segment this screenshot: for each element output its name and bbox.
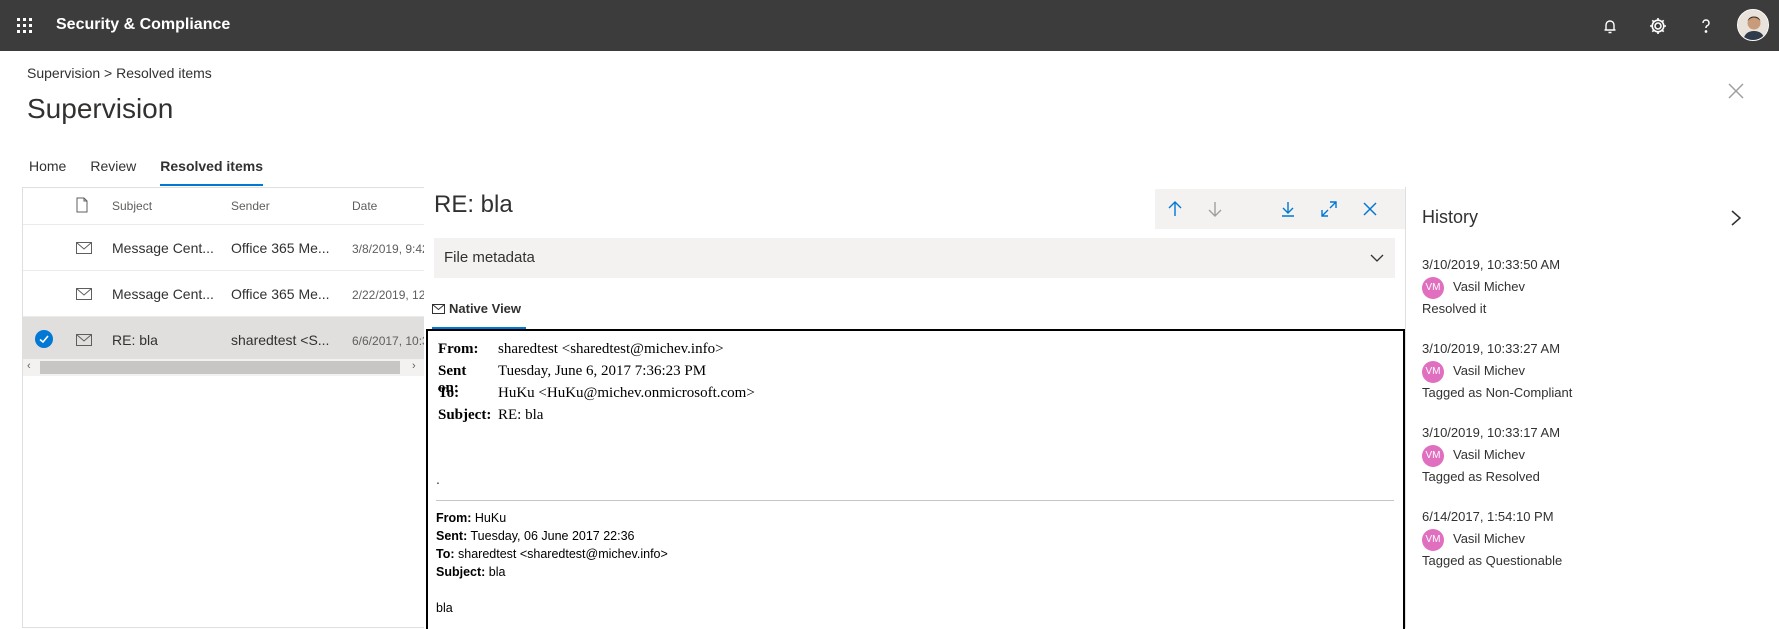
from-key: From: [438, 341, 479, 357]
to-value: HuKu <HuKu@michev.onmicrosoft.com> [498, 385, 755, 401]
orig-to-key: To: [436, 547, 455, 561]
bell-icon[interactable] [1598, 14, 1622, 38]
scroll-left-icon[interactable]: ‹ [27, 360, 31, 372]
mail-icon [76, 242, 92, 254]
history-user: Vasil Michev [1453, 363, 1526, 378]
subject-value: RE: bla [498, 407, 544, 423]
items-list: Subject Sender Date Message Cent... Offi… [22, 187, 424, 628]
close-panel-icon[interactable] [1725, 80, 1747, 102]
history-timestamp: 6/14/2017, 1:54:10 PM [1422, 509, 1554, 524]
row-date: 3/8/2019, 9:42 [352, 242, 424, 256]
scroll-right-icon[interactable]: › [412, 360, 416, 372]
next-item-icon[interactable] [1205, 199, 1225, 219]
table-row[interactable]: Message Cent... Office 365 Me... 3/8/201… [23, 224, 424, 270]
history-user: Vasil Michev [1453, 279, 1526, 294]
row-date: 2/22/2019, 12 [352, 288, 424, 302]
column-header-date[interactable]: Date [352, 199, 377, 213]
mail-icon [76, 288, 92, 300]
row-sender: Office 365 Me... [231, 240, 330, 256]
history-action: Tagged as Questionable [1422, 553, 1563, 568]
breadcrumb[interactable]: Supervision > Resolved items [27, 65, 212, 81]
orig-body: bla [436, 601, 453, 615]
user-initials-avatar: VM [1422, 277, 1444, 299]
history-title: History [1422, 207, 1479, 227]
chevron-right-icon[interactable] [1728, 209, 1744, 227]
history-timestamp: 3/10/2019, 10:33:17 AM [1422, 425, 1561, 440]
tab-bar: Home Review Resolved items [29, 158, 287, 186]
row-subject: RE: bla [112, 332, 158, 348]
history-user: Vasil Michev [1453, 447, 1526, 462]
table-row[interactable]: Message Cent... Office 365 Me... 2/22/20… [23, 270, 424, 316]
app-title[interactable]: Security & Compliance [56, 16, 230, 34]
orig-sent-value: Tuesday, 06 June 2017 22:36 [470, 529, 635, 543]
history-timestamp: 3/10/2019, 10:33:27 AM [1422, 341, 1561, 356]
message-title: RE: bla [434, 191, 513, 218]
app-launcher-icon[interactable] [17, 18, 33, 34]
orig-to-value: sharedtest <sharedtest@michev.info> [458, 547, 668, 561]
body-text: . [436, 471, 440, 487]
help-icon[interactable] [1694, 14, 1718, 38]
close-icon[interactable] [1360, 199, 1380, 219]
row-date: 6/6/2017, 10:3 [352, 334, 424, 348]
history-action: Tagged as Non-Compliant [1422, 385, 1573, 400]
row-sender: sharedtest <S... [231, 332, 330, 348]
history-action: Resolved it [1422, 301, 1487, 316]
sent-value: Tuesday, June 6, 2017 7:36:23 PM [498, 363, 707, 379]
checkmark-icon[interactable] [35, 330, 53, 348]
row-subject: Message Cent... [112, 286, 214, 302]
top-bar: Security & Compliance [0, 0, 1779, 51]
history-user: Vasil Michev [1453, 531, 1526, 546]
original-message: From: HuKu Sent: Tuesday, 06 June 2017 2… [436, 509, 668, 617]
from-value: sharedtest <sharedtest@michev.info> [498, 341, 724, 357]
user-initials-avatar: VM [1422, 361, 1444, 383]
tab-home[interactable]: Home [29, 158, 66, 186]
list-header: Subject Sender Date [23, 188, 424, 224]
orig-from-key: From: [436, 511, 472, 525]
row-subject: Message Cent... [112, 240, 214, 256]
message-body: From: sharedtest <sharedtest@michev.info>… [426, 329, 1405, 629]
orig-subject-value: bla [488, 565, 506, 579]
column-header-subject[interactable]: Subject [112, 199, 152, 213]
divider [436, 500, 1394, 501]
history-entry: 3/10/2019, 10:33:27 AM VM Vasil Michev T… [1422, 341, 1742, 425]
history-timestamp: 3/10/2019, 10:33:50 AM [1422, 257, 1561, 272]
gear-icon[interactable] [1646, 14, 1670, 38]
orig-subject-key: Subject: [436, 565, 486, 579]
mail-icon [76, 334, 92, 346]
reading-pane: RE: bla File metadata Native View From: … [424, 187, 1405, 629]
native-view-label: Native View [449, 301, 522, 316]
user-avatar[interactable] [1737, 9, 1769, 41]
horizontal-scrollbar[interactable]: ‹ › [23, 359, 424, 376]
history-entry: 6/14/2017, 1:54:10 PM VM Vasil Michev Ta… [1422, 509, 1742, 593]
tab-native-view[interactable]: Native View [432, 299, 526, 329]
to-key: To: [438, 385, 460, 401]
orig-sent-key: Sent: [436, 529, 468, 543]
row-sender: Office 365 Me... [231, 286, 330, 302]
column-header-sender[interactable]: Sender [231, 199, 270, 213]
expand-icon[interactable] [1319, 199, 1339, 219]
file-metadata-expander[interactable]: File metadata [434, 238, 1395, 278]
table-row-selected[interactable]: RE: bla sharedtest <S... 6/6/2017, 10:3 [23, 316, 424, 362]
mail-icon [432, 304, 445, 314]
tab-review[interactable]: Review [90, 158, 136, 186]
chevron-down-icon [1370, 254, 1384, 262]
user-initials-avatar: VM [1422, 529, 1444, 551]
subject-key: Subject: [438, 407, 492, 423]
orig-from-value: HuKu [474, 511, 507, 525]
file-type-icon[interactable] [75, 197, 89, 216]
history-pane: History 3/10/2019, 10:33:50 AM VM Vasil … [1405, 187, 1757, 628]
page-title: Supervision [27, 93, 174, 124]
history-entry: 3/10/2019, 10:33:50 AM VM Vasil Michev R… [1422, 257, 1742, 341]
previous-item-icon[interactable] [1165, 199, 1185, 219]
scrollbar-thumb[interactable] [40, 361, 400, 374]
history-action: Tagged as Resolved [1422, 469, 1540, 484]
history-entry: 3/10/2019, 10:33:17 AM VM Vasil Michev T… [1422, 425, 1742, 509]
tab-resolved-items[interactable]: Resolved items [160, 158, 263, 186]
download-icon[interactable] [1278, 199, 1298, 219]
user-initials-avatar: VM [1422, 445, 1444, 467]
reading-toolbar [1155, 189, 1405, 229]
file-metadata-label: File metadata [444, 249, 535, 266]
